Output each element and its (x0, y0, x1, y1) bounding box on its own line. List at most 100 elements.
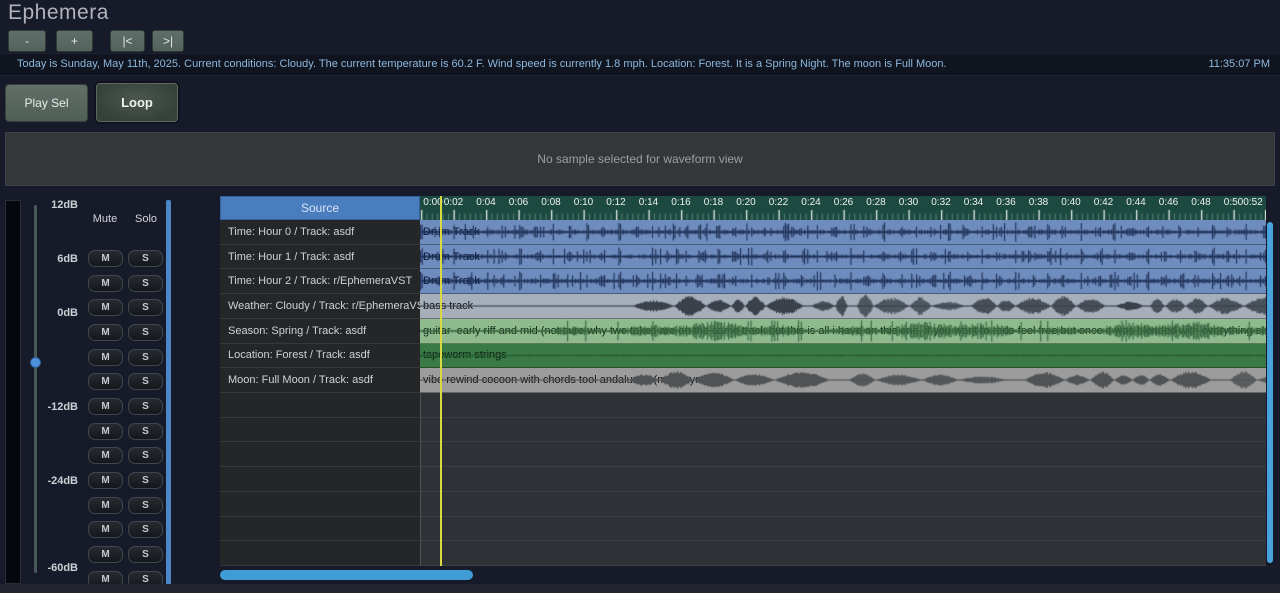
solo-button[interactable]: S (128, 497, 163, 514)
timeline-time-label: 0:34 (964, 197, 983, 208)
mute-button[interactable]: M (88, 472, 123, 489)
source-column-header[interactable]: Source (220, 196, 420, 220)
empty-label-row (220, 393, 420, 418)
timeline-time-label: 0:38 (1029, 197, 1048, 208)
empty-label-row (220, 418, 420, 443)
timeline-time-label: 0:50 (1224, 197, 1243, 208)
mute-button[interactable]: M (88, 497, 123, 514)
solo-button[interactable]: S (128, 423, 163, 440)
track-label-row[interactable]: Time: Hour 2 / Track: r/EphemeraVST (220, 269, 420, 294)
solo-button[interactable]: S (128, 250, 163, 267)
db-scale-label: 0dB (40, 307, 78, 319)
go-to-start-button[interactable]: |< (110, 30, 145, 52)
mute-button[interactable]: M (88, 423, 123, 440)
empty-track-row (420, 541, 1266, 566)
empty-label-row (220, 467, 420, 492)
loop-button[interactable]: Loop (96, 83, 178, 122)
empty-label-row (220, 541, 420, 566)
clip-row[interactable]: tapeworm strings (420, 344, 1266, 369)
playhead[interactable] (440, 196, 442, 566)
mute-column-header: Mute (87, 213, 123, 225)
timeline-time-label: 0:16 (671, 197, 690, 208)
mute-button[interactable]: M (88, 250, 123, 267)
bottom-strip (0, 584, 1280, 593)
timeline-time-label: 0:40 (1061, 197, 1080, 208)
mute-button[interactable]: M (88, 447, 123, 464)
timeline-ruler[interactable]: 0:000:020:040:060:080:100:120:140:160:18… (420, 196, 1266, 220)
mute-button[interactable]: M (88, 398, 123, 415)
track-label-row[interactable]: Moon: Full Moon / Track: asdf (220, 368, 420, 393)
track-label-row[interactable]: Time: Hour 1 / Track: asdf (220, 245, 420, 270)
mute-button[interactable]: M (88, 521, 123, 538)
timeline-time-label: 0:32 (931, 197, 950, 208)
timeline-time-label: 0:28 (866, 197, 885, 208)
timeline-time-label: 0:24 (801, 197, 820, 208)
solo-button[interactable]: S (128, 398, 163, 415)
timeline-time-label: 0:52 (1243, 197, 1262, 208)
empty-label-row (220, 442, 420, 467)
horizontal-scrollbar[interactable] (220, 570, 473, 580)
mixer-vertical-scrollbar[interactable] (166, 200, 171, 585)
mute-button[interactable]: M (88, 546, 123, 563)
empty-label-row (220, 492, 420, 517)
empty-track-row (420, 418, 1266, 443)
clip-row[interactable]: Drum Track (420, 220, 1266, 245)
clip-row[interactable]: bass track (420, 294, 1266, 319)
timeline-time-label: 0:12 (606, 197, 625, 208)
clip-label: Drum Track (423, 226, 480, 238)
clip-row[interactable]: Drum Track (420, 269, 1266, 294)
track-source-label: Time: Hour 2 / Track: r/EphemeraVST (228, 275, 412, 287)
clip-label: Drum Track (423, 275, 480, 287)
mute-button[interactable]: M (88, 275, 123, 292)
solo-button[interactable]: S (128, 275, 163, 292)
waveform-placeholder-text: No sample selected for waveform view (6, 152, 1274, 166)
timeline-time-label: 0:04 (476, 197, 495, 208)
db-scale-label: -24dB (40, 475, 78, 487)
track-label-row[interactable]: Location: Forest / Track: asdf (220, 344, 420, 369)
track-source-label: Weather: Cloudy / Track: r/EphemeraVST (228, 300, 431, 312)
timeline-time-label: 0:18 (704, 197, 723, 208)
clip-row[interactable]: guitar early riff and mid (not sure why … (420, 319, 1266, 344)
go-to-end-button[interactable]: >| (152, 30, 184, 52)
status-bar: Today is Sunday, May 11th, 2025. Current… (0, 53, 1280, 76)
empty-track-row (420, 393, 1266, 418)
solo-button[interactable]: S (128, 447, 163, 464)
zoom-out-button[interactable]: - (8, 30, 46, 52)
empty-track-row (420, 517, 1266, 542)
clip-label: vibe rewind cocoon with chords tool anda… (423, 374, 714, 386)
db-scale-label: -12dB (40, 401, 78, 413)
status-message: Today is Sunday, May 11th, 2025. Current… (17, 58, 947, 70)
solo-button[interactable]: S (128, 472, 163, 489)
mute-button[interactable]: M (88, 349, 123, 366)
play-selection-button[interactable]: Play Sel (5, 84, 88, 122)
track-label-row[interactable]: Season: Spring / Track: asdf (220, 319, 420, 344)
volume-slider-track[interactable] (34, 205, 37, 573)
track-label-row[interactable]: Time: Hour 0 / Track: asdf (220, 220, 420, 245)
clip-label: Drum Track (423, 251, 480, 263)
clip-label: tapeworm strings (423, 349, 507, 361)
waveform-canvas (420, 344, 1266, 368)
empty-track-row (420, 467, 1266, 492)
solo-button[interactable]: S (128, 299, 163, 316)
vu-meter (5, 200, 21, 584)
mute-button[interactable]: M (88, 299, 123, 316)
solo-button[interactable]: S (128, 373, 163, 390)
track-label-row[interactable]: Weather: Cloudy / Track: r/EphemeraVST (220, 294, 420, 319)
clock: 11:35:07 PM (1208, 58, 1270, 70)
mute-button[interactable]: M (88, 324, 123, 341)
db-scale-label: 12dB (40, 199, 78, 211)
timeline-time-label: 0:14 (639, 197, 658, 208)
solo-button[interactable]: S (128, 521, 163, 538)
zoom-in-button[interactable]: + (56, 30, 93, 52)
clip-row[interactable]: vibe rewind cocoon with chords tool anda… (420, 368, 1266, 393)
solo-button[interactable]: S (128, 349, 163, 366)
timeline-time-label: 0:26 (834, 197, 853, 208)
clip-row[interactable]: Drum Track (420, 245, 1266, 270)
vertical-scrollbar[interactable] (1267, 222, 1273, 563)
solo-button[interactable]: S (128, 324, 163, 341)
volume-slider-thumb[interactable] (30, 357, 41, 368)
solo-button[interactable]: S (128, 546, 163, 563)
track-source-label: Time: Hour 1 / Track: asdf (228, 251, 354, 263)
timeline-time-label: 0:06 (509, 197, 528, 208)
mute-button[interactable]: M (88, 373, 123, 390)
